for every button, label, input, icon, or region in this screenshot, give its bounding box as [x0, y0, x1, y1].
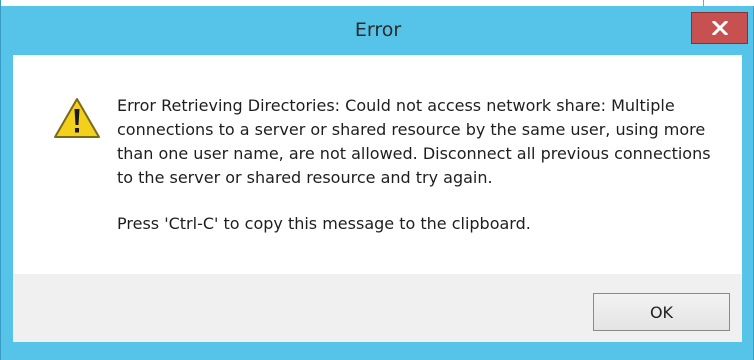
title-bar[interactable]: Error	[1, 6, 754, 55]
close-icon	[711, 21, 728, 35]
error-message: Error Retrieving Directories: Could not …	[117, 96, 711, 187]
close-button[interactable]	[691, 12, 748, 44]
ok-button[interactable]: OK	[593, 293, 730, 331]
error-dialog: Error Error Retrieving Directories: Coul…	[0, 0, 754, 360]
dialog-title: Error	[354, 19, 402, 41]
copy-hint: Press 'Ctrl-C' to copy this message to t…	[117, 214, 531, 233]
message-area: Error Retrieving Directories: Could not …	[117, 94, 717, 236]
warning-icon	[54, 98, 100, 138]
